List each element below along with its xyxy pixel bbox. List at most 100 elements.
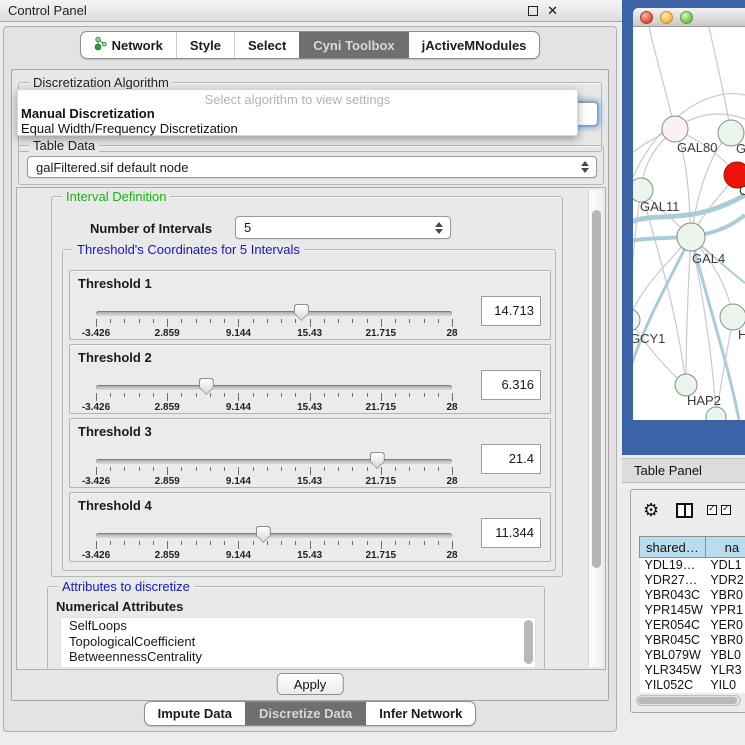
checkbox-icon-1[interactable] (707, 505, 717, 515)
settings-vertical-scrollbar[interactable] (588, 190, 603, 667)
float-panel-icon[interactable] (528, 6, 538, 16)
network-node-green[interactable] (633, 309, 640, 331)
attributes-group: Attributes to discretize Numerical Attri… (47, 586, 545, 670)
threshold-value-field[interactable]: 14.713 (481, 296, 541, 326)
gear-icon[interactable]: ⚙ (643, 500, 659, 520)
network-window: GAL80GCGAL11GAL4GCY1HHAP2 (622, 0, 745, 455)
column-header-1[interactable]: shared… (640, 537, 706, 558)
close-panel-icon[interactable]: ✕ (547, 3, 558, 19)
threshold-panel-2: Threshold 2-3.4262.8599.14415.4321.71528… (69, 344, 551, 414)
tab-infer-network[interactable]: Infer Network (365, 702, 475, 725)
threshold-value-field[interactable]: 6.316 (481, 370, 541, 400)
threshold-panel-3: Threshold 3 -3.4262.8599.14415.4321.71528… (69, 418, 551, 488)
network-node-label: GAL80 (677, 140, 717, 155)
close-window-icon[interactable] (640, 11, 653, 24)
network-icon (94, 36, 107, 54)
popup-item-equal-width-frequency[interactable]: Equal Width/Frequency Discretization (18, 121, 577, 136)
network-edge[interactable] (633, 320, 686, 385)
table-row[interactable]: YBR043CYBR0 (640, 588, 745, 603)
table-cell: YDR2 (705, 573, 745, 588)
tab-label: jActiveMNodules (422, 38, 527, 53)
attribute-item-topologicalcoefficient[interactable]: TopologicalCoefficient (61, 634, 535, 650)
slider-tick-labels: -3.4262.8599.14415.4321.71528 (96, 476, 452, 487)
table-row[interactable]: YER054CYER0 (640, 618, 745, 633)
network-edge[interactable] (709, 27, 731, 133)
network-edge[interactable] (686, 237, 691, 385)
apply-button[interactable]: Apply (277, 673, 344, 695)
control-panel-titlebar: Control Panel ✕ (0, 0, 622, 22)
minimize-window-icon[interactable] (660, 11, 673, 24)
table-panel-header: Table Panel (622, 458, 745, 483)
table-data-combobox[interactable]: galFiltered.sif default node (27, 156, 597, 178)
table-row[interactable]: YDR27…YDR2 (640, 573, 745, 588)
numerical-attributes-list[interactable]: SelfLoopsTopologicalCoefficientBetweenne… (60, 617, 536, 668)
table-row[interactable]: YBR045CYBR0 (640, 633, 745, 648)
checkbox-icon-2[interactable] (721, 505, 731, 515)
table-cell: YDR27… (640, 573, 706, 588)
table-data-group: Table Data galFiltered.sif default node (18, 145, 604, 185)
column-header-2[interactable]: na (705, 537, 745, 558)
node-table: shared…naYDL19…YDL1YDR27…YDR2YBR043CYBR0… (639, 536, 745, 693)
slider-track[interactable] (96, 311, 452, 316)
network-view-canvas[interactable]: GAL80GCGAL11GAL4GCY1HHAP2 (633, 27, 745, 420)
screen: Control Panel ✕ Network Style Select Cyni T… (0, 0, 745, 745)
threshold-value-field[interactable]: 21.4 (481, 444, 541, 474)
tab-jactivemnodules[interactable]: jActiveMNodules (408, 32, 540, 58)
tab-label: Infer Network (379, 706, 462, 721)
tab-cyni-toolbox[interactable]: Cyni Toolbox (299, 32, 407, 58)
popup-item-manual-discretization[interactable]: Manual Discretization (18, 106, 577, 121)
table-cell: YBR043C (640, 588, 706, 603)
tab-discretize-data[interactable]: Discretize Data (245, 702, 365, 725)
network-edge-thick[interactable] (633, 237, 691, 375)
network-edge[interactable] (633, 237, 691, 320)
network-node-label: H (738, 327, 745, 342)
slider-track[interactable] (96, 533, 452, 538)
table-horizontal-scrollbar[interactable] (636, 695, 741, 706)
discretization-algorithm-group-title: Discretization Algorithm (29, 75, 173, 90)
network-node-label: GAL11 (640, 199, 680, 214)
table-row[interactable]: YIL052CYIL0 (640, 678, 745, 693)
threshold-value-field[interactable]: 11.344 (481, 518, 541, 548)
tab-style[interactable]: Style (176, 32, 234, 58)
control-panel: Control Panel ✕ Network Style Select Cyni T… (0, 0, 622, 745)
attributes-group-title: Attributes to discretize (58, 579, 194, 594)
number-of-intervals-combobox[interactable]: 5 (235, 216, 451, 239)
scrollbar-thumb[interactable] (592, 210, 601, 568)
table-row[interactable]: YBL079WYBL0 (640, 648, 745, 663)
table-panel-title: Table Panel (634, 463, 702, 478)
threshold-label: Threshold 3 (78, 424, 152, 439)
attribute-item-betweennesscentrality[interactable]: BetweennessCentrality (61, 649, 535, 665)
network-node-label: GAL4 (692, 251, 725, 266)
network-window-titlebar[interactable] (633, 8, 745, 27)
table-row[interactable]: YDL19…YDL1 (640, 558, 745, 573)
threshold-label: Threshold 4 (78, 498, 152, 513)
network-edge[interactable] (649, 27, 675, 129)
threshold-panel-1: Threshold 1-3.4262.8599.14415.4321.71528… (69, 270, 551, 340)
table-cell: YBL079W (640, 648, 706, 663)
table-cell: YBR0 (705, 588, 745, 603)
tab-impute-data[interactable]: Impute Data (145, 702, 245, 725)
columns-icon[interactable] (676, 503, 693, 518)
list-scrollbar[interactable] (524, 620, 533, 664)
tab-label: Style (190, 38, 221, 53)
table-row[interactable]: YLR345WYLR3 (640, 663, 745, 678)
tab-network[interactable]: Network (81, 32, 176, 58)
titlebar-icons: ✕ (528, 0, 558, 22)
scrollbar-thumb[interactable] (638, 697, 737, 704)
threshold-panel-4: Threshold 4-3.4262.8599.14415.4321.71528… (69, 492, 551, 562)
attribute-item-selfloops[interactable]: SelfLoops (61, 618, 535, 634)
slider-track[interactable] (96, 385, 452, 390)
network-node-pink[interactable] (662, 116, 688, 142)
tab-label: Impute Data (158, 706, 232, 721)
zoom-window-icon[interactable] (680, 11, 693, 24)
algorithm-dropdown-popup: Select algorithm to view settings Manual… (17, 89, 578, 136)
table-row[interactable]: YPR145WYPR1 (640, 603, 745, 618)
tab-label: Cyni Toolbox (313, 38, 394, 53)
network-node-green[interactable] (677, 223, 705, 251)
tab-label: Select (248, 38, 286, 53)
network-node-green[interactable] (706, 407, 726, 420)
slider-track[interactable] (96, 459, 452, 464)
table-cell: YDL1 (705, 558, 745, 573)
thresholds-group: Threshold's Coordinates for 5 Intervals … (62, 249, 556, 571)
tab-select[interactable]: Select (234, 32, 299, 58)
